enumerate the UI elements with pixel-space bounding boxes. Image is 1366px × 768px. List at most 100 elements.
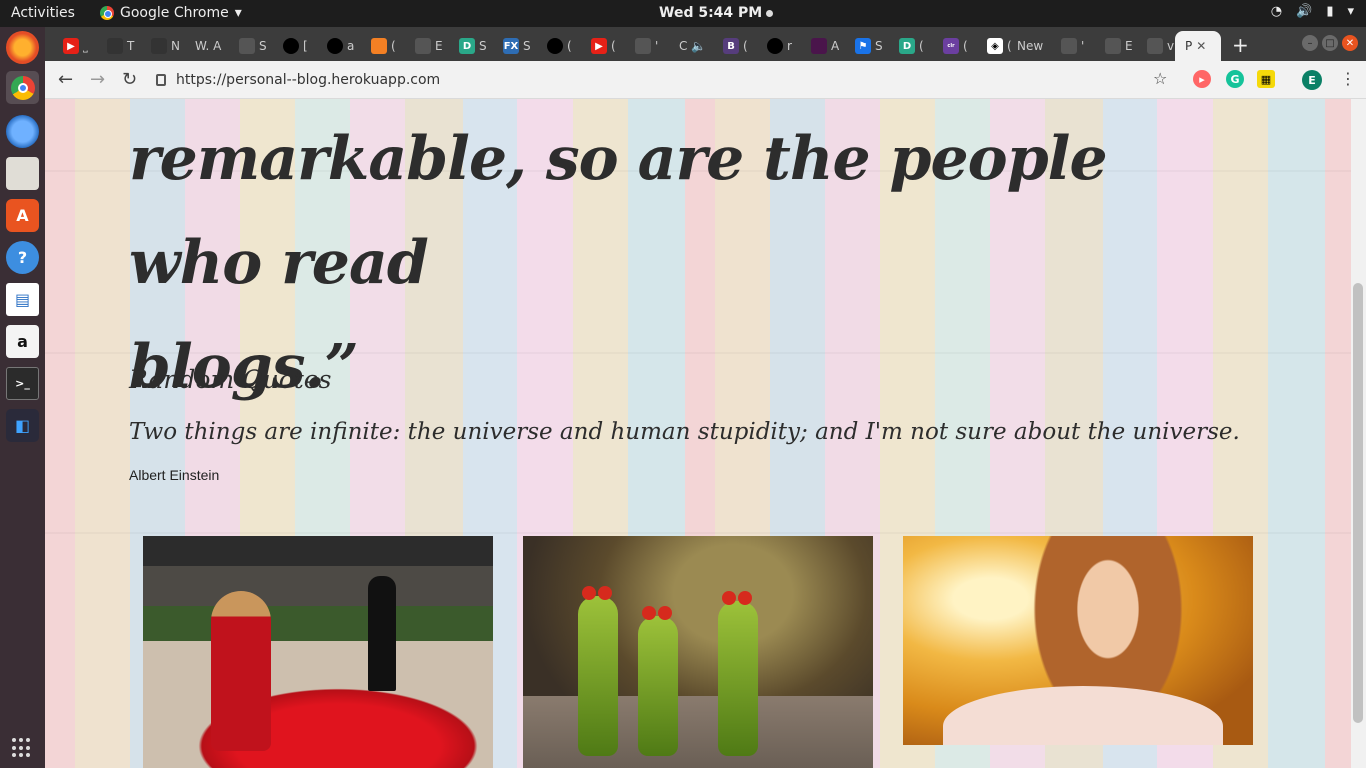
- tab[interactable]: D(: [889, 31, 932, 61]
- back-button[interactable]: ←: [58, 69, 73, 90]
- clock[interactable]: Wed 5:44 PM: [659, 5, 774, 21]
- extension-icon[interactable]: ▸: [1193, 70, 1211, 88]
- tab[interactable]: W. A: [185, 31, 228, 61]
- software-center-icon[interactable]: A: [6, 199, 39, 232]
- terminal-icon[interactable]: >_: [6, 367, 39, 400]
- thunderbird-icon[interactable]: [6, 115, 39, 148]
- tab[interactable]: T: [97, 31, 140, 61]
- scrollbar-thumb[interactable]: [1353, 283, 1363, 723]
- tab[interactable]: v: [1137, 31, 1180, 61]
- document-icon: [415, 38, 431, 54]
- tab[interactable]: B(: [713, 31, 756, 61]
- address-bar[interactable]: https://personal--blog.herokuapp.com: [156, 65, 1176, 95]
- bookmark-star-icon[interactable]: ☆: [1153, 69, 1167, 88]
- tab[interactable]: a: [317, 31, 360, 61]
- tab[interactable]: (: [537, 31, 580, 61]
- help-icon[interactable]: ?: [6, 241, 39, 274]
- grammarly-icon[interactable]: G: [1226, 70, 1244, 88]
- tab[interactable]: A: [801, 31, 844, 61]
- new-tab-button[interactable]: +: [1232, 33, 1249, 57]
- document-icon: [1105, 38, 1121, 54]
- hero-quote-line: remarkable, so are the people who read: [129, 124, 1108, 298]
- lock-icon: [156, 74, 166, 86]
- tab[interactable]: New: [1007, 31, 1050, 61]
- chrome-dock-icon[interactable]: [6, 71, 39, 104]
- tab[interactable]: ▶ ˽: [53, 31, 96, 61]
- profile-avatar[interactable]: E: [1302, 70, 1322, 90]
- tab-active[interactable]: P ✕: [1175, 31, 1221, 61]
- tab-label: T: [127, 39, 135, 53]
- tab-label: ˽: [83, 39, 88, 53]
- tab[interactable]: ⚑ S: [845, 31, 888, 61]
- tab-label: (: [611, 39, 616, 53]
- frog-figure: [718, 591, 758, 756]
- page-icon: [151, 38, 167, 54]
- libreoffice-writer-icon[interactable]: ▤: [6, 283, 39, 316]
- maximize-button[interactable]: □: [1322, 35, 1338, 51]
- tab[interactable]: [: [273, 31, 316, 61]
- github-icon: [327, 38, 343, 54]
- tab-label: (: [567, 39, 572, 53]
- document-icon: [1061, 38, 1077, 54]
- notification-dot: [766, 9, 774, 17]
- photo-ground: [523, 696, 873, 768]
- page-scrollbar[interactable]: [1351, 99, 1366, 768]
- forward-button[interactable]: →: [90, 69, 105, 90]
- fx-icon: FX: [503, 38, 519, 54]
- show-applications-icon[interactable]: [12, 738, 32, 758]
- app-menu[interactable]: Google Chrome ▾: [100, 5, 242, 21]
- document-icon: [239, 38, 255, 54]
- close-window-button[interactable]: ✕: [1342, 35, 1358, 51]
- activities-button[interactable]: Activities: [11, 5, 75, 21]
- tab-label: (: [743, 39, 748, 53]
- tab[interactable]: C 🔈: [669, 31, 712, 61]
- tab[interactable]: r: [757, 31, 800, 61]
- tab-label: (: [963, 39, 968, 53]
- app-menu-label: Google Chrome: [120, 5, 229, 21]
- tab[interactable]: FX S: [493, 31, 536, 61]
- gallery-image-frogs[interactable]: [523, 536, 873, 768]
- youtube-icon: ▶: [63, 38, 79, 54]
- tab-label: S: [479, 39, 487, 53]
- tab-label: S: [523, 39, 531, 53]
- files-icon[interactable]: [6, 157, 39, 190]
- amazon-icon[interactable]: a: [6, 325, 39, 358]
- tab[interactable]: E: [405, 31, 448, 61]
- system-tray[interactable]: ◔ 🔊 ▮ ▾: [1271, 4, 1354, 19]
- d-icon: D: [899, 38, 915, 54]
- tab-label: A: [831, 39, 840, 53]
- firefox-icon[interactable]: [6, 31, 39, 64]
- bootstrap-icon: B: [723, 38, 739, 54]
- frog-figure: [638, 606, 678, 756]
- chrome-icon: [100, 6, 114, 20]
- tab-label: S: [259, 39, 267, 53]
- tab[interactable]: clr (: [933, 31, 976, 61]
- youtube-icon: ▶: [591, 38, 607, 54]
- gallery-image-woman[interactable]: [903, 536, 1253, 745]
- tab[interactable]: ': [625, 31, 668, 61]
- tab[interactable]: S: [229, 31, 272, 61]
- gallery-image-red-gown[interactable]: [143, 536, 493, 768]
- extension-icon[interactable]: ▦: [1257, 70, 1275, 88]
- tab[interactable]: ': [1051, 31, 1094, 61]
- close-tab-icon[interactable]: ✕: [1196, 39, 1206, 53]
- tab[interactable]: E: [1095, 31, 1138, 61]
- reload-button[interactable]: ↻: [122, 69, 137, 90]
- tab[interactable]: (: [361, 31, 404, 61]
- minimize-button[interactable]: –: [1302, 35, 1318, 51]
- random-quote-text: Two things are infinite: the universe an…: [129, 419, 1240, 445]
- chrome-menu-icon[interactable]: ⋮: [1340, 69, 1356, 88]
- system-top-bar: Activities Google Chrome ▾ Wed 5:44 PM ◔…: [0, 0, 1366, 27]
- battery-icon: ▮: [1326, 4, 1334, 19]
- dock: A ? ▤ a >_ ◧: [0, 27, 45, 768]
- url-text: https://personal--blog.herokuapp.com: [176, 72, 441, 88]
- random-quotes-heading: Random Quotes: [129, 365, 332, 394]
- chevron-down-icon: ▾: [234, 5, 242, 21]
- tab[interactable]: DS: [449, 31, 492, 61]
- document-icon: [635, 38, 651, 54]
- slack-icon: [811, 38, 827, 54]
- tab[interactable]: ▶(: [581, 31, 624, 61]
- power-menu-icon: ▾: [1347, 4, 1354, 19]
- vscode-icon[interactable]: ◧: [6, 409, 39, 442]
- tab[interactable]: N: [141, 31, 184, 61]
